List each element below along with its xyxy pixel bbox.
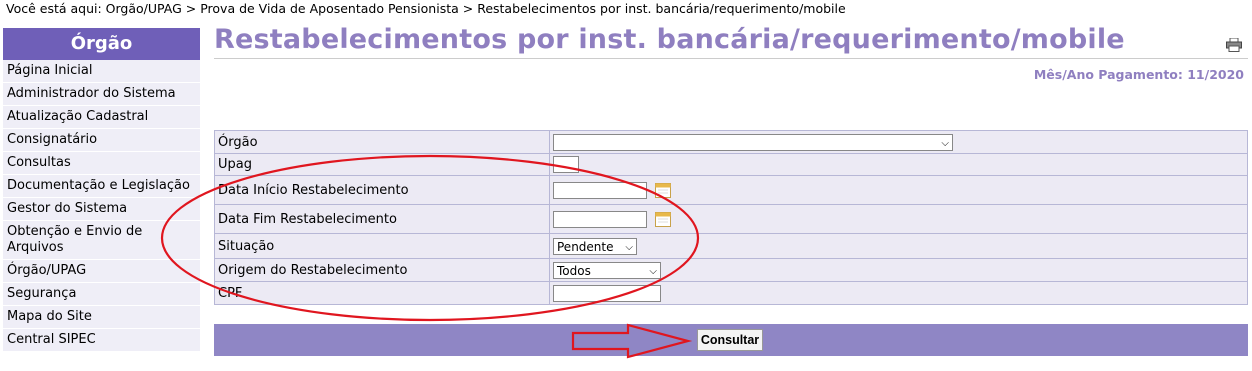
sidebar: Órgão Página Inicial Administrador do Si… bbox=[3, 28, 200, 352]
situacao-label: Situação bbox=[214, 233, 550, 259]
consultar-button[interactable]: Consultar bbox=[697, 329, 763, 351]
breadcrumb: Você está aqui: Orgão/UPAG > Prova de Vi… bbox=[6, 1, 846, 16]
situacao-field-cell: Pendente ⌵ bbox=[549, 233, 1248, 259]
sidebar-item-pagina-inicial[interactable]: Página Inicial bbox=[3, 60, 200, 83]
orgao-label: Órgão bbox=[214, 130, 550, 154]
data-fim-field-cell bbox=[549, 204, 1248, 234]
calendar-icon[interactable] bbox=[655, 211, 672, 227]
orgao-field-cell: ⌵ bbox=[549, 130, 1248, 154]
form-row-origem: Origem do Restabelecimento Todos ⌵ bbox=[214, 258, 1248, 282]
chevron-down-icon: ⌵ bbox=[625, 241, 633, 253]
data-inicio-field-cell bbox=[549, 175, 1248, 205]
origem-select[interactable]: Todos ⌵ bbox=[553, 261, 661, 279]
payment-period: Mês/Ano Pagamento: 11/2020 bbox=[1033, 67, 1244, 82]
action-bar: Consultar bbox=[214, 324, 1248, 356]
main-content: Restabelecimentos por inst. bancária/req… bbox=[214, 24, 1248, 305]
chevron-down-icon: ⌵ bbox=[941, 137, 949, 149]
sidebar-item-consultas[interactable]: Consultas bbox=[3, 152, 200, 175]
form-row-orgao: Órgão ⌵ bbox=[214, 130, 1248, 154]
upag-label: Upag bbox=[214, 153, 550, 176]
data-fim-label: Data Fim Restabelecimento bbox=[214, 204, 550, 234]
data-inicio-label: Data Início Restabelecimento bbox=[214, 175, 550, 205]
form-row-data-inicio: Data Início Restabelecimento bbox=[214, 175, 1248, 205]
calendar-icon[interactable] bbox=[655, 182, 672, 198]
cpf-label: CPF bbox=[214, 281, 550, 305]
form-row-situacao: Situação Pendente ⌵ bbox=[214, 233, 1248, 259]
printer-icon[interactable] bbox=[1226, 38, 1242, 52]
upag-select[interactable] bbox=[553, 156, 579, 173]
sidebar-item-central-sipec[interactable]: Central SIPEC bbox=[3, 329, 200, 352]
sidebar-item-seguranca[interactable]: Segurança bbox=[3, 283, 200, 306]
sidebar-item-mapa-site[interactable]: Mapa do Site bbox=[3, 306, 200, 329]
filter-form: Órgão ⌵ Upag Data Início Restabeleciment… bbox=[214, 130, 1248, 305]
form-row-data-fim: Data Fim Restabelecimento bbox=[214, 204, 1248, 234]
cpf-field-cell bbox=[549, 281, 1248, 305]
title-divider bbox=[214, 58, 1248, 59]
sidebar-header: Órgão bbox=[3, 28, 200, 60]
form-row-upag: Upag bbox=[214, 153, 1248, 176]
sidebar-item-atualizacao-cadastral[interactable]: Atualização Cadastral bbox=[3, 106, 200, 129]
data-inicio-input[interactable] bbox=[553, 181, 647, 199]
sidebar-item-documentacao[interactable]: Documentação e Legislação bbox=[3, 175, 200, 198]
upag-field-cell bbox=[549, 153, 1248, 176]
sidebar-item-consignatario[interactable]: Consignatário bbox=[3, 129, 200, 152]
data-fim-input[interactable] bbox=[553, 210, 647, 228]
situacao-select[interactable]: Pendente ⌵ bbox=[553, 237, 637, 255]
form-row-cpf: CPF bbox=[214, 281, 1248, 305]
chevron-down-icon: ⌵ bbox=[649, 265, 657, 277]
sidebar-item-administrador[interactable]: Administrador do Sistema bbox=[3, 83, 200, 106]
page-title: Restabelecimentos por inst. bancária/req… bbox=[214, 24, 1125, 55]
origem-field-cell: Todos ⌵ bbox=[549, 258, 1248, 282]
sidebar-item-orgao-upag[interactable]: Órgão/UPAG bbox=[3, 260, 200, 283]
origem-label: Origem do Restabelecimento bbox=[214, 258, 550, 282]
sidebar-item-obtencao-envio[interactable]: Obtenção e Envio de Arquivos bbox=[3, 221, 200, 260]
sidebar-item-gestor[interactable]: Gestor do Sistema bbox=[3, 198, 200, 221]
orgao-select[interactable]: ⌵ bbox=[553, 133, 953, 151]
cpf-input[interactable] bbox=[553, 284, 661, 302]
